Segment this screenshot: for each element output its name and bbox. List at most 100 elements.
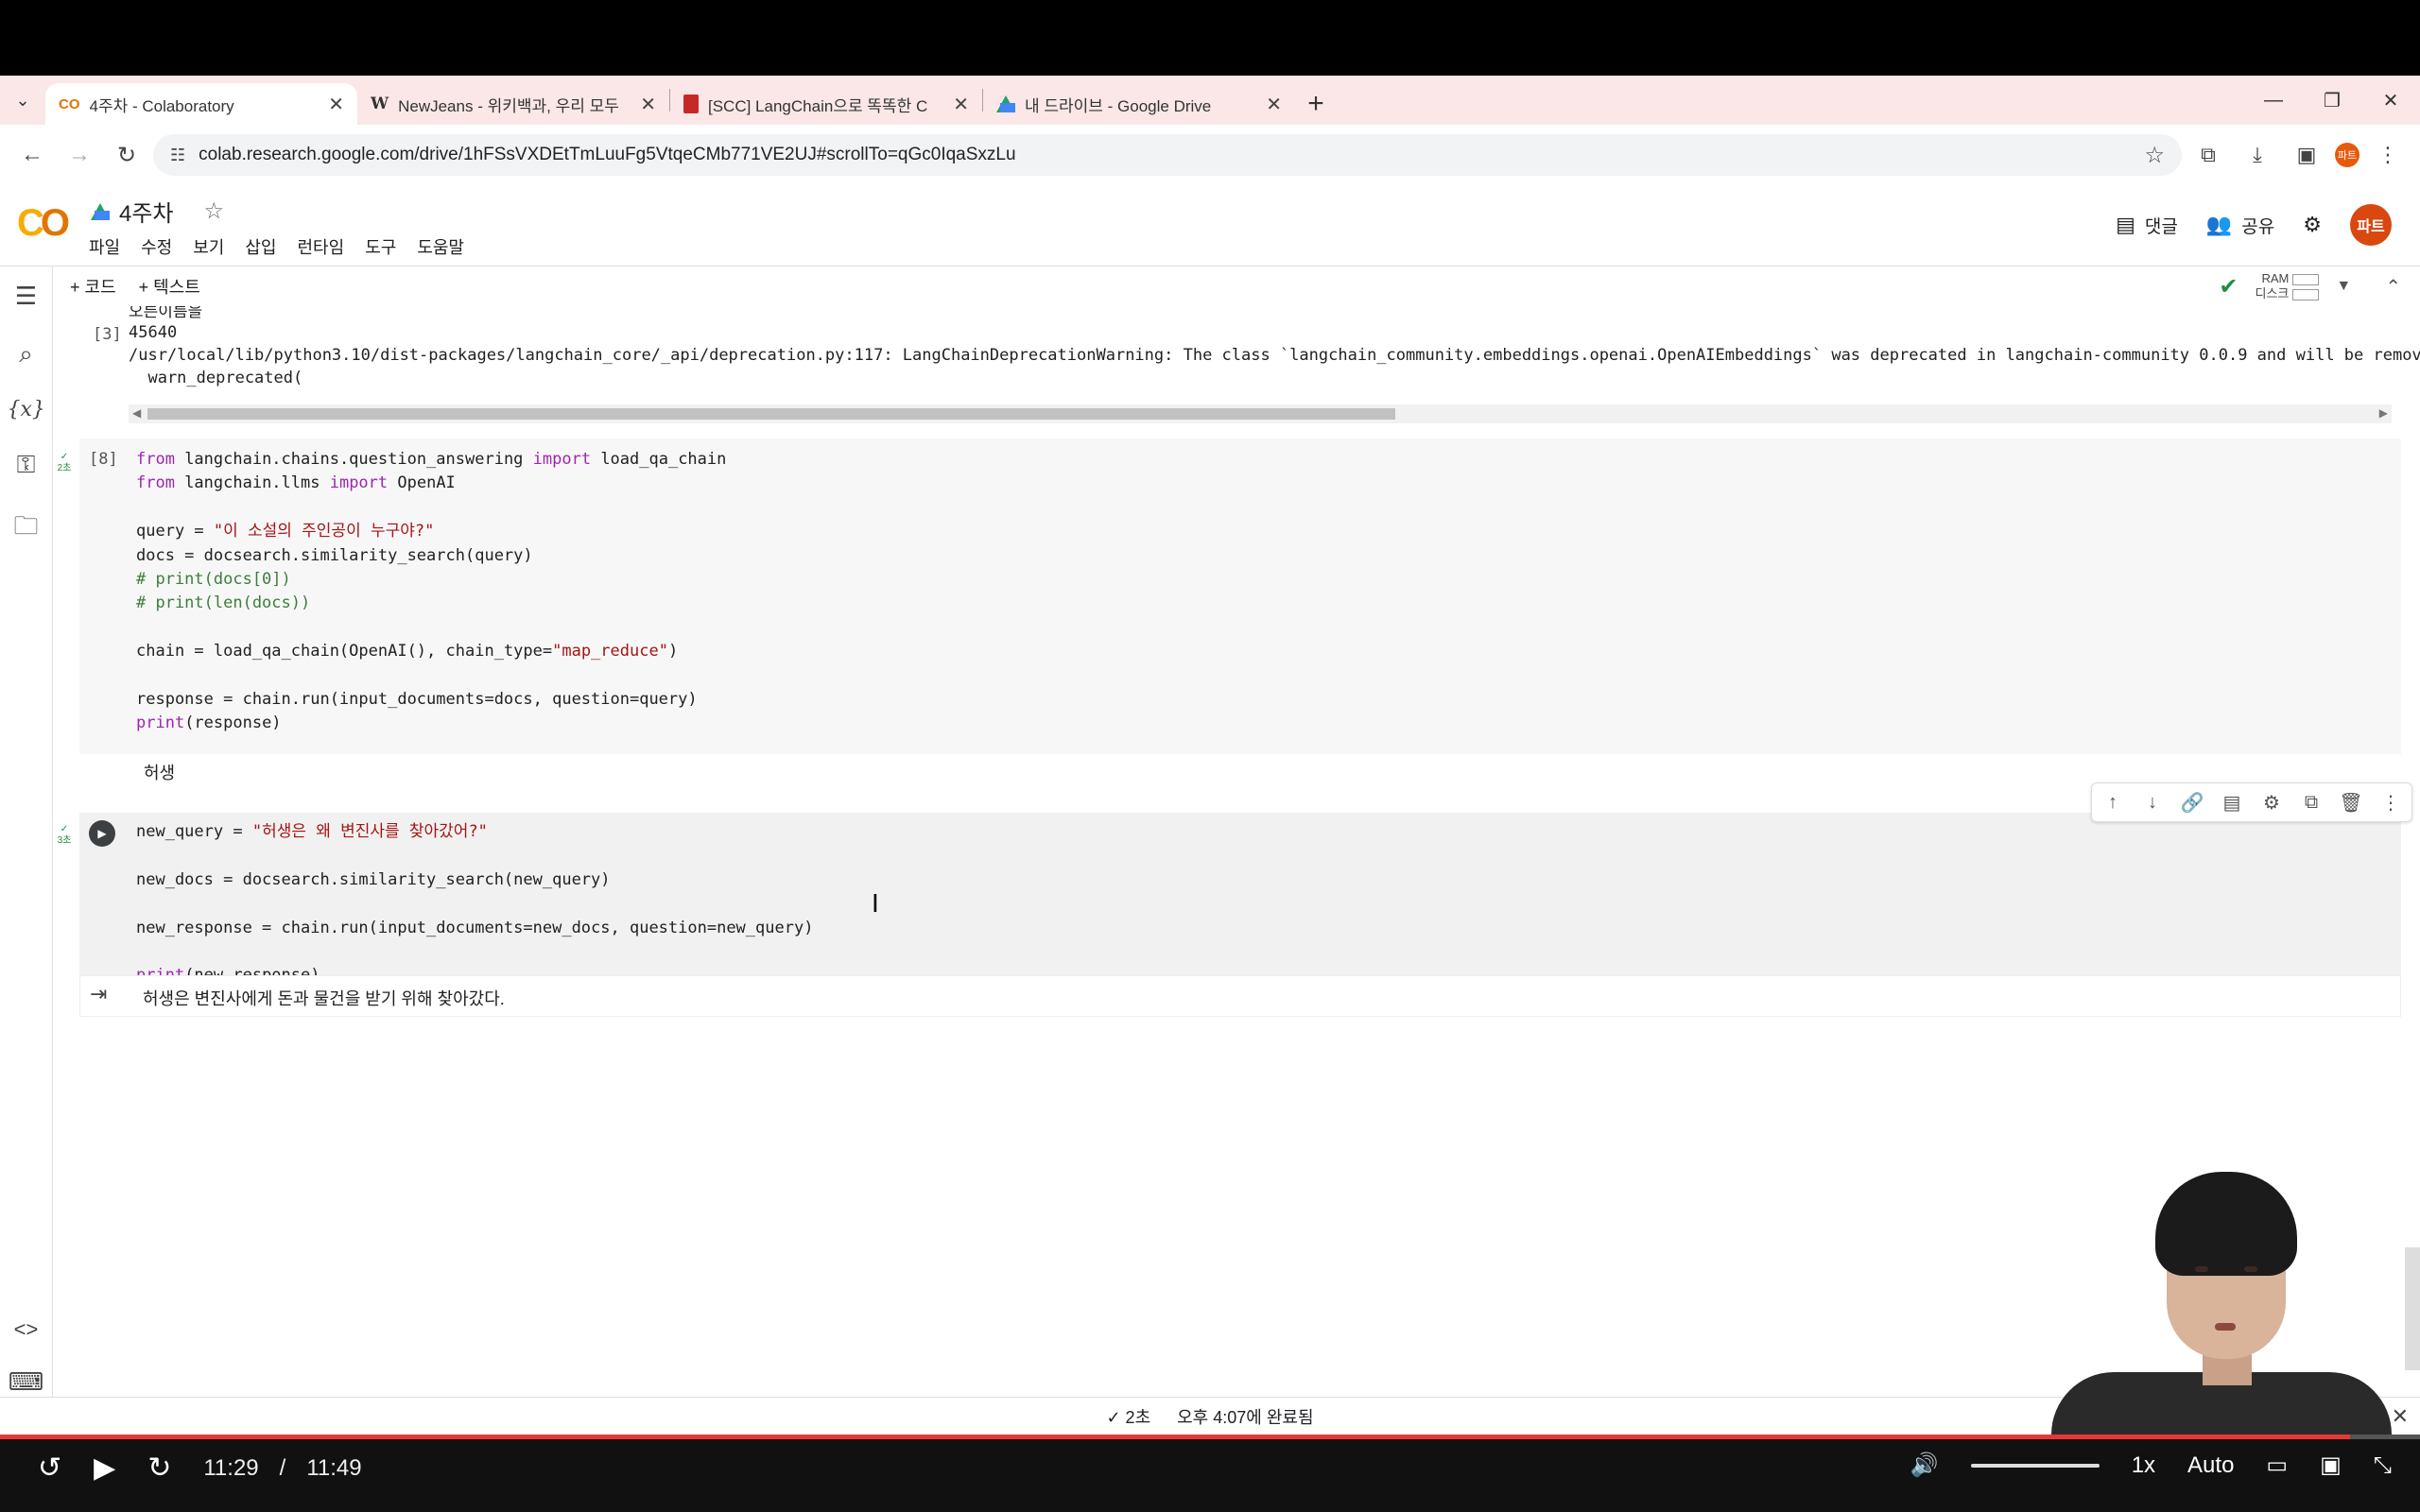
run-cell-button[interactable]: ▶ (89, 820, 115, 847)
code-cell-8[interactable]: [8] from langchain.chains.question_answe… (79, 438, 2401, 754)
collapse-icon[interactable]: ⌃ (2385, 275, 2401, 299)
close-icon[interactable]: ✕ (1266, 93, 1282, 116)
code-editor[interactable]: from langchain.chains.question_answering… (136, 448, 726, 736)
code-line[interactable]: docs = docsearch.similarity_search(query… (136, 544, 726, 568)
move-up-icon[interactable]: ↑ (2100, 792, 2126, 814)
quality-button[interactable]: Auto (2187, 1452, 2234, 1479)
code-editor[interactable]: new_query = "허생은 왜 변진사를 찾아갔어?" new_docs =… (136, 820, 813, 988)
menu-file[interactable]: 파일 (89, 234, 120, 259)
side-panel-icon[interactable]: ▣ (2286, 134, 2327, 176)
folder-icon[interactable]: 🗀 (8, 508, 45, 550)
omnibox[interactable]: ☷ colab.research.google.com/drive/1hFSsV… (153, 134, 2182, 176)
volume-slider[interactable] (1970, 1463, 2100, 1468)
tab-search-icon[interactable]: ⌄ (0, 76, 45, 125)
menu-runtime[interactable]: 런타임 (298, 234, 345, 259)
forward-10-icon[interactable]: ↻ (147, 1452, 171, 1485)
forward-icon[interactable]: → (59, 134, 100, 176)
profile-avatar[interactable]: 파트 (2335, 143, 2360, 167)
menu-help[interactable]: 도움말 (417, 234, 464, 259)
star-icon[interactable]: ☆ (204, 198, 225, 225)
menu-view[interactable]: 보기 (193, 234, 224, 259)
download-icon[interactable]: ⤓ (2237, 134, 2278, 176)
add-text-button[interactable]: + 텍스트 (139, 274, 200, 299)
move-down-icon[interactable]: ↓ (2139, 792, 2166, 814)
play-icon[interactable]: ▶ (94, 1452, 115, 1485)
speed-button[interactable]: 1x (2132, 1452, 2155, 1479)
code-line[interactable]: print(response) (136, 712, 726, 735)
tab-newjeans[interactable]: W NewJeans - 위키백과, 우리 모두 ✕ (357, 83, 669, 125)
add-code-button[interactable]: + 코드 (70, 274, 116, 299)
avatar[interactable]: 파트 (2350, 204, 2392, 246)
menu-tools[interactable]: 도구 (365, 234, 396, 259)
url-text[interactable]: colab.research.google.com/drive/1hFSsVXD… (199, 145, 2131, 165)
notebook-title[interactable]: 4주차 (119, 195, 174, 228)
tab-drive[interactable]: 내 드라이브 - Google Drive ✕ (983, 83, 1295, 125)
minimize-icon[interactable]: — (2244, 90, 2303, 112)
code-line[interactable] (136, 892, 813, 916)
gear-icon[interactable]: ⚙ (2303, 213, 2322, 237)
menu-edit[interactable]: 수정 (141, 234, 172, 259)
code-line[interactable]: new_query = "허생은 왜 변진사를 찾아갔어?" (136, 820, 813, 844)
variables-icon[interactable]: {x} (8, 398, 45, 421)
toc-icon[interactable]: ☰ (8, 282, 45, 311)
delete-icon[interactable]: 🗑 (2338, 791, 2364, 815)
output-clear-icon[interactable]: ⇥ (90, 982, 107, 1006)
link-icon[interactable]: 🔗 (2179, 791, 2205, 815)
horizontal-scrollbar[interactable]: ◀ ▶ (129, 404, 2392, 423)
colab-logo[interactable]: CO (17, 202, 70, 245)
code-line[interactable]: new_response = chain.run(input_documents… (136, 917, 813, 940)
code-line[interactable]: response = chain.run(input_documents=doc… (136, 688, 726, 712)
tab-colab[interactable]: CO 4주차 - Colaboratory ✕ (45, 83, 357, 125)
comment-button[interactable]: ▤ 댓글 (2116, 213, 2178, 238)
code-line[interactable] (136, 844, 813, 868)
key-icon[interactable]: ⚿ (8, 450, 45, 480)
search-icon[interactable]: ⌕ (8, 339, 45, 369)
code-line[interactable]: chain = load_qa_chain(OpenAI(), chain_ty… (136, 640, 726, 663)
restore-icon[interactable]: ❐ (2303, 89, 2361, 112)
close-window-icon[interactable]: ✕ (2361, 89, 2420, 112)
gear-icon[interactable]: ⚙ (2258, 791, 2285, 815)
pip-icon[interactable]: ▣ (2320, 1452, 2342, 1479)
close-icon[interactable]: ✕ (953, 93, 969, 116)
share-button[interactable]: 👥 공유 (2206, 213, 2274, 238)
new-tab-button[interactable]: + (1295, 83, 1337, 125)
fullscreen-exit-icon[interactable]: ⤡ (2374, 1452, 2392, 1479)
code-line[interactable] (136, 940, 813, 964)
scrollbar-thumb[interactable] (147, 408, 1395, 420)
comment-icon[interactable]: ▤ (2219, 791, 2245, 815)
terminal-icon[interactable]: ⌨ (8, 1367, 45, 1397)
code-line[interactable]: new_docs = docsearch.similarity_search(n… (136, 868, 813, 892)
code-line[interactable]: from langchain.chains.question_answering… (136, 448, 726, 472)
code-line[interactable]: # print(len(docs)) (136, 592, 726, 615)
close-icon[interactable]: ✕ (640, 93, 656, 116)
volume-icon[interactable]: 🔊 (1910, 1452, 1939, 1479)
resource-monitor[interactable]: RAM 디스크 (2256, 271, 2320, 301)
extensions-icon[interactable]: ⧉ (2187, 134, 2229, 176)
code-line[interactable] (136, 616, 726, 640)
scroll-right-icon[interactable]: ▶ (2379, 406, 2388, 420)
reload-icon[interactable]: ↻ (106, 134, 147, 176)
code-line[interactable]: query = "이 소설의 주인공이 누구야?" (136, 520, 726, 543)
chrome-menu-icon[interactable]: ⋮ (2367, 134, 2409, 176)
more-icon[interactable]: ⋮ (2377, 791, 2404, 815)
code-line[interactable]: # print(docs[0]) (136, 568, 726, 592)
video-progress-track[interactable] (0, 1435, 2420, 1439)
subtitles-icon[interactable]: ▭ (2266, 1452, 2288, 1479)
mirror-cell-icon[interactable]: ⧉ (2298, 792, 2325, 814)
tab-scc[interactable]: [SCC] LangChain으로 똑똑한 C ✕ (670, 83, 982, 125)
rewind-10-icon[interactable]: ↺ (38, 1452, 61, 1485)
code-line[interactable] (136, 664, 726, 688)
runtime-dropdown-icon[interactable]: ▼ (2336, 278, 2351, 295)
bookmark-star-icon[interactable]: ☆ (2144, 142, 2165, 169)
vertical-scrollbar[interactable] (2405, 1247, 2420, 1370)
code-cell-9[interactable]: ▶ new_query = "허생은 왜 변진사를 찾아갔어?" new_docs… (79, 813, 2401, 985)
scroll-left-icon[interactable]: ◀ (132, 406, 141, 420)
close-icon[interactable]: ✕ (328, 93, 344, 116)
menu-insert[interactable]: 삽입 (245, 234, 276, 259)
site-info-icon[interactable]: ☷ (170, 146, 185, 165)
code-line[interactable] (136, 496, 726, 520)
code-line[interactable]: from langchain.llms import OpenAI (136, 472, 726, 495)
close-icon[interactable]: ✕ (2392, 1404, 2409, 1429)
back-icon[interactable]: ← (11, 134, 53, 176)
code-icon[interactable]: <> (8, 1317, 45, 1342)
